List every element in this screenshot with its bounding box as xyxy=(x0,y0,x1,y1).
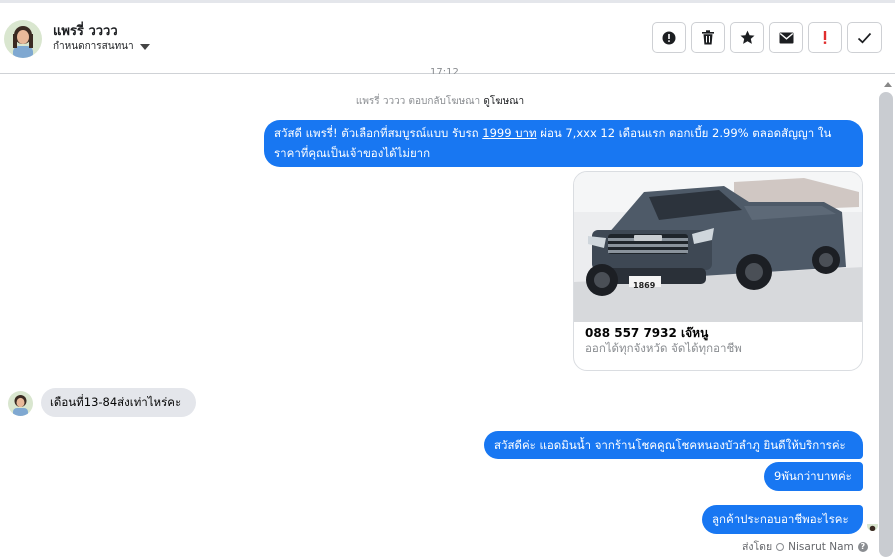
star-button[interactable] xyxy=(730,22,764,53)
incoming-message: เดือนที่13-84ส่งเท่าไหร่คะ xyxy=(41,388,196,417)
message-timestamp: 17:12 xyxy=(430,67,459,74)
sent-by-row: ส่งโดย Nisarut Nam ? xyxy=(742,538,868,555)
star-icon xyxy=(740,30,754,44)
assign-conversation-dropdown[interactable]: กำหนดการสนทนา xyxy=(53,39,150,54)
ad-message-text-1: สวัสดี แพรรี่! ตัวเลือกที่สมบูรณ์แบบ รับ… xyxy=(274,126,483,140)
ad-reply-text: แพรรี่ วววว ตอบกลับโฆษณา xyxy=(355,96,481,107)
contact-name[interactable]: แพรรี่ วววว xyxy=(53,20,118,41)
alert-circle-icon xyxy=(662,31,676,44)
plate-badge: 1869 xyxy=(633,281,656,290)
action-toolbar xyxy=(652,22,882,53)
mark-done-button[interactable] xyxy=(847,22,882,53)
outgoing-ad-message: สวัสดี แพรรี่! ตัวเลือกที่สมบูรณ์แบบ รับ… xyxy=(264,120,863,167)
ad-message-text-2: ผ่อน 7,xxx 12 เดือนแรก ดอกเบี้ย 2.99% ตล… xyxy=(536,126,832,140)
truck-image xyxy=(574,172,862,322)
scroll-up-arrow-icon[interactable] xyxy=(884,82,892,87)
scrollbar-thumb[interactable] xyxy=(879,92,893,557)
sender-avatar[interactable] xyxy=(8,391,33,416)
outgoing-message: ลูกค้าประกอบอาชีพอะไรคะ xyxy=(702,505,863,534)
ad-message-text-3: ราคาที่คุณเป็นเจ้าของได้ไม่ยาก xyxy=(274,146,431,160)
mail-icon xyxy=(779,32,793,43)
sent-by-label: ส่งโดย xyxy=(742,541,773,553)
ad-card[interactable]: 1869 088 557 7932 เจ๊หนู ออกได้ทุกจังหวั… xyxy=(573,171,863,371)
delete-button[interactable] xyxy=(691,22,725,53)
help-icon[interactable]: ? xyxy=(857,541,868,552)
exclamation-icon xyxy=(823,31,827,44)
outgoing-message: สวัสดีค่ะ แอดมินน้ำ จากร้านโชคคูณโชคหนอง… xyxy=(484,431,863,459)
sender-name: Nisarut Nam xyxy=(788,540,854,553)
priority-button[interactable] xyxy=(808,22,842,53)
caret-down-icon xyxy=(139,43,150,50)
ad-message-price: 1999 บาท xyxy=(482,126,537,140)
mark-spam-button[interactable] xyxy=(652,22,686,53)
assign-label: กำหนดการสนทนา xyxy=(53,41,134,52)
seen-avatar xyxy=(867,520,878,531)
ad-card-subtitle: ออกได้ทุกจังหวัด จัดได้ทุกอาชีพ xyxy=(585,341,742,355)
ad-reply-note: แพรรี่ วววว ตอบกลับโฆษณา ดูโฆษณา xyxy=(0,94,880,109)
outgoing-message: 9พันกว่าบาทค่ะ xyxy=(764,462,863,491)
mark-unread-button[interactable] xyxy=(769,22,803,53)
gear-icon xyxy=(776,542,785,551)
view-ad-link[interactable]: ดูโฆษณา xyxy=(483,96,524,107)
contact-avatar[interactable] xyxy=(4,20,42,58)
trash-icon xyxy=(702,30,714,45)
check-icon xyxy=(857,32,872,44)
